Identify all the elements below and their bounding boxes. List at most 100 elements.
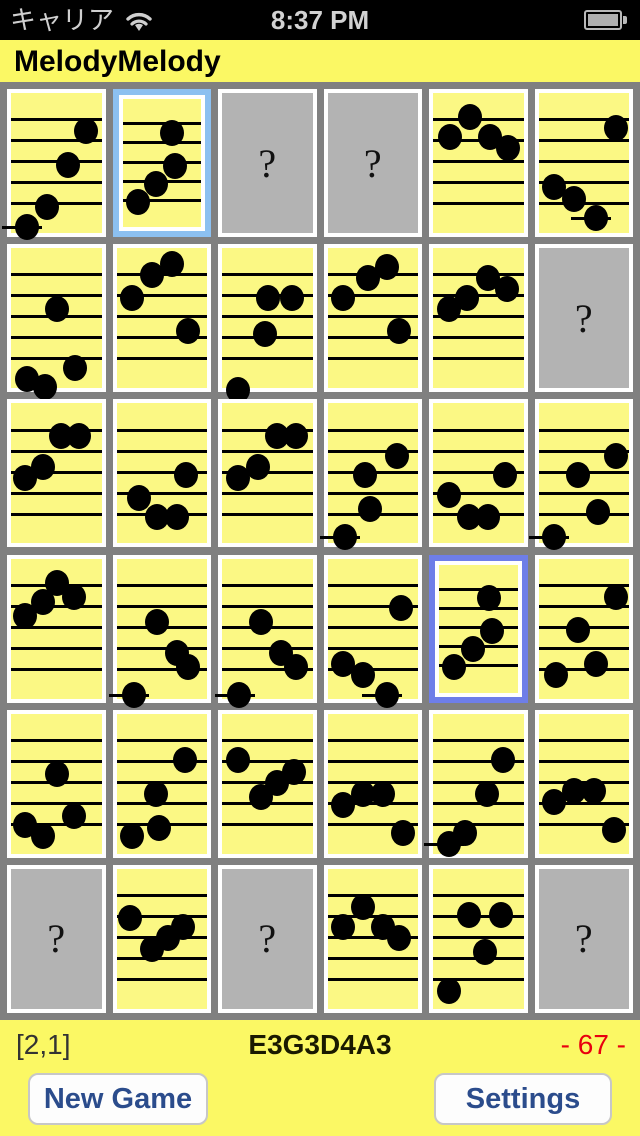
card-r4-c4[interactable] (323, 554, 422, 708)
card-r2-c4[interactable] (323, 244, 422, 393)
note-head-2 (565, 617, 590, 644)
staff-line-2 (439, 606, 518, 610)
music-staff (116, 869, 207, 1009)
music-staff (529, 403, 629, 550)
card-r4-c1[interactable] (7, 554, 106, 703)
music-staff (327, 248, 418, 388)
staff-line-3 (439, 626, 518, 629)
card-r5-c3[interactable] (218, 709, 317, 858)
staff-line-4 (11, 801, 102, 805)
staff-line-5 (433, 202, 524, 206)
card-face (429, 244, 528, 393)
staff-line-1 (222, 273, 313, 277)
staff-line-5 (433, 822, 524, 826)
card-face (214, 554, 317, 708)
note-sequence-label: E3G3D4A3 (248, 1029, 392, 1060)
card-face (429, 399, 528, 548)
card-face (534, 554, 633, 703)
staff-line-1 (538, 738, 629, 742)
music-staff (109, 559, 207, 708)
note-head-3 (63, 354, 88, 381)
note-head-2 (32, 374, 57, 401)
card-r4-c3[interactable] (214, 554, 317, 708)
note-head-4 (172, 747, 197, 774)
note-head-3 (256, 284, 281, 311)
card-r2-c6[interactable]: ? (534, 244, 633, 393)
note-head-4 (390, 820, 415, 847)
card-r6-c5[interactable] (429, 864, 528, 1013)
card-r3-c3[interactable] (218, 399, 317, 548)
card-face (112, 864, 211, 1013)
card-face: ? (323, 89, 422, 238)
music-staff (222, 248, 313, 404)
music-staff (11, 403, 102, 543)
card-r5-c6[interactable] (534, 709, 633, 858)
staff-line-4 (11, 491, 102, 495)
card-r1-c3[interactable]: ? (218, 89, 317, 238)
music-staff (11, 714, 102, 854)
card-r2-c1[interactable] (7, 244, 106, 401)
card-face: ? (218, 89, 317, 238)
staff-line-1 (222, 583, 313, 587)
music-staff (122, 99, 201, 227)
music-staff (222, 714, 313, 854)
card-r3-c2[interactable] (112, 399, 211, 548)
battery-icon (584, 10, 628, 30)
music-staff (327, 869, 418, 1009)
note-head-4 (283, 422, 308, 449)
note-head-4 (389, 594, 414, 621)
card-r6-c4[interactable] (323, 864, 422, 1013)
staff-line-1 (327, 894, 418, 898)
card-r1-c1[interactable] (1, 89, 106, 240)
card-r1-c5[interactable] (429, 89, 528, 238)
staff-line-4 (11, 336, 102, 340)
card-r1-c2[interactable] (112, 89, 211, 238)
card-face (109, 554, 211, 708)
staff-line-4 (116, 957, 207, 961)
card-r4-c2[interactable] (109, 554, 211, 708)
card-r3-c4[interactable] (320, 399, 422, 550)
note-head-2 (30, 453, 55, 480)
card-r3-c5[interactable] (429, 399, 528, 548)
card-r4-c6[interactable] (534, 554, 633, 703)
settings-button[interactable]: Settings (434, 1073, 612, 1125)
card-r4-c5[interactable] (429, 554, 528, 703)
staff-line-1 (222, 738, 313, 742)
note-head-4 (603, 583, 628, 610)
card-r3-c6[interactable] (529, 399, 633, 550)
card-r1-c6[interactable] (534, 89, 633, 238)
card-r5-c5[interactable] (423, 709, 528, 858)
clock-label: 8:37 PM (270, 5, 370, 35)
card-r6-c6[interactable]: ? (534, 864, 633, 1013)
hidden-card-marker: ? (574, 916, 593, 962)
hidden-card-marker: ? (574, 295, 593, 341)
card-r6-c1[interactable]: ? (7, 864, 106, 1013)
staff-line-5 (222, 822, 313, 826)
note-head-3 (474, 780, 499, 807)
note-head-3 (352, 462, 377, 489)
card-r6-c2[interactable] (112, 864, 211, 1013)
staff-line-5 (327, 978, 418, 982)
music-staff (222, 403, 313, 543)
card-face (534, 89, 633, 238)
card-r3-c1[interactable] (7, 399, 106, 548)
note-head-1 (120, 284, 145, 311)
card-r6-c3[interactable]: ? (218, 864, 317, 1013)
card-r5-c1[interactable] (7, 709, 106, 858)
note-head-4 (385, 442, 410, 469)
card-r5-c2[interactable] (112, 709, 211, 858)
card-r2-c3[interactable] (218, 244, 317, 404)
new-game-button[interactable]: New Game (28, 1073, 208, 1125)
note-head-3 (476, 504, 501, 531)
music-staff (538, 714, 629, 854)
staff-line-1 (327, 428, 418, 432)
staff-line-2 (116, 604, 207, 608)
note-head-4 (279, 284, 304, 311)
staff-line-4 (538, 646, 629, 650)
card-r1-c4[interactable]: ? (323, 89, 422, 238)
card-r2-c5[interactable] (429, 244, 528, 393)
card-r5-c4[interactable] (323, 709, 422, 858)
note-head-4 (472, 938, 497, 965)
staff-line-5 (11, 357, 102, 361)
card-r2-c2[interactable] (112, 244, 211, 393)
